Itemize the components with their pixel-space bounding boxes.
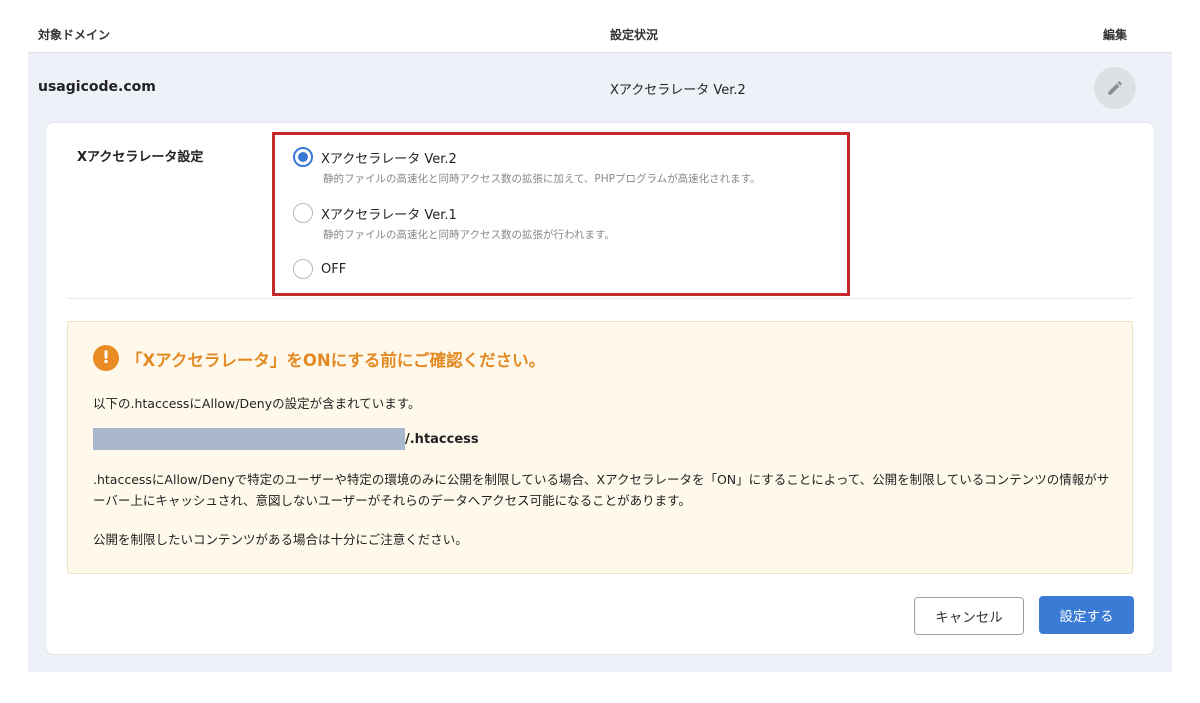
radio-off[interactable]: OFF <box>293 259 346 279</box>
column-header-domain: 対象ドメイン <box>38 28 111 42</box>
warning-paragraph: .htaccessにAllow/Denyで特定のユーザーや特定の環境のみに公開を… <box>93 472 1110 508</box>
pencil-icon <box>1108 81 1122 95</box>
column-header-edit: 編集 <box>1103 28 1128 42</box>
radio-label: Xアクセラレータ Ver.1 <box>321 207 457 223</box>
setting-label: Xアクセラレータ設定 <box>77 150 204 165</box>
radio-label: OFF <box>321 261 347 277</box>
radio-button[interactable] <box>293 259 313 279</box>
radio-ver1[interactable]: Xアクセラレータ Ver.1 <box>293 203 615 223</box>
column-header-status: 設定状況 <box>610 28 659 42</box>
domain-name: usagicode.com <box>38 79 156 95</box>
radio-button[interactable] <box>293 203 313 223</box>
warning-title: 「Xアクセラレータ」をONにする前にご確認ください。 <box>126 351 546 370</box>
divider <box>67 298 1133 299</box>
submit-button[interactable]: 設定する <box>1039 596 1134 634</box>
radio-description: 静的ファイルの高速化と同時アクセス数の拡張が行われます。 <box>323 229 615 241</box>
accelerator-status: Xアクセラレータ Ver.2 <box>610 83 746 98</box>
exclamation-icon: ! <box>93 345 119 371</box>
option-ver2: Xアクセラレータ Ver.2 静的ファイルの高速化と同時アクセス数の拡張に加えて… <box>293 147 761 186</box>
option-off: OFF <box>293 259 346 279</box>
redacted-path <box>93 428 405 450</box>
warning-box: ! 「Xアクセラレータ」をONにする前にご確認ください。 以下の.htacces… <box>67 321 1133 574</box>
warning-note: 公開を制限したいコンテンツがある場合は十分にご注意ください。 <box>93 532 468 547</box>
radio-button-checked[interactable] <box>293 147 313 167</box>
radio-group: Xアクセラレータ Ver.2 静的ファイルの高速化と同時アクセス数の拡張に加えて… <box>272 132 850 296</box>
edit-button[interactable] <box>1094 67 1136 109</box>
htaccess-path: /.htaccess <box>93 428 479 450</box>
cancel-button[interactable]: キャンセル <box>914 597 1024 635</box>
edit-panel: Xアクセラレータ設定 Xアクセラレータ Ver.2 静的ファイルの高速化と同時ア… <box>45 122 1155 655</box>
table-header: 対象ドメイン 設定状況 編集 <box>28 12 1172 53</box>
option-ver1: Xアクセラレータ Ver.1 静的ファイルの高速化と同時アクセス数の拡張が行われ… <box>293 203 615 242</box>
radio-description: 静的ファイルの高速化と同時アクセス数の拡張に加えて、PHPプログラムが高速化され… <box>323 173 761 185</box>
path-suffix: /.htaccess <box>405 431 479 447</box>
radio-ver2[interactable]: Xアクセラレータ Ver.2 <box>293 147 761 167</box>
radio-label: Xアクセラレータ Ver.2 <box>321 151 457 167</box>
warning-text: 以下の.htaccessにAllow/Denyの設定が含まれています。 <box>93 396 421 411</box>
